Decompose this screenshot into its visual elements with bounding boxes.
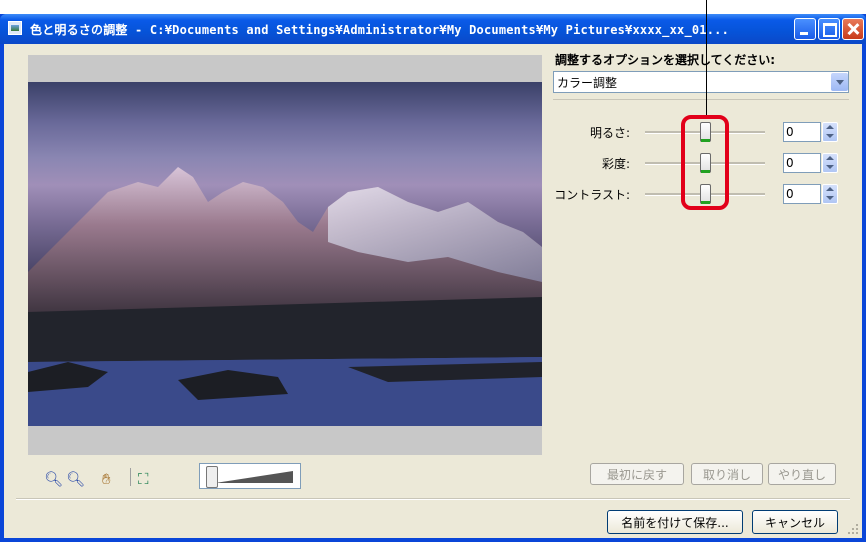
options-label: 調整するオプションを選択してください: <box>555 53 776 67</box>
contrast-field[interactable]: 0 <box>783 184 821 204</box>
zoom-slider-thumb[interactable] <box>206 466 218 488</box>
saturation-spinner[interactable] <box>822 153 838 173</box>
undo-button[interactable]: 取り消し <box>691 463 763 485</box>
annotation-highlight <box>681 115 729 210</box>
toolbar-divider <box>130 468 131 486</box>
cancel-button[interactable]: キャンセル <box>752 510 838 534</box>
panel-divider <box>553 99 849 100</box>
footer-divider-highlight <box>16 499 850 500</box>
zoom-out-icon[interactable]: 🔍︎ <box>66 470 85 488</box>
hand-icon[interactable]: ✋︎ <box>102 470 111 488</box>
reset-button[interactable]: 最初に戻す <box>590 463 684 485</box>
saturation-label: 彩度: <box>601 157 630 171</box>
redo-button[interactable]: やり直し <box>768 463 836 485</box>
maximize-button[interactable] <box>818 18 840 40</box>
chevron-down-icon[interactable] <box>831 73 848 91</box>
zoom-slider-ramp <box>215 471 293 483</box>
annotation-pointer-line <box>706 0 707 115</box>
fit-to-window-icon[interactable]: ⛶ <box>138 470 149 488</box>
brightness-spinner[interactable] <box>822 122 838 142</box>
save-as-button[interactable]: 名前を付けて保存... <box>607 510 743 534</box>
contrast-spinner[interactable] <box>822 184 838 204</box>
minimize-button[interactable] <box>794 18 816 40</box>
option-select-value: カラー調整 <box>557 76 618 90</box>
app-icon <box>8 21 22 35</box>
brightness-label: 明るさ: <box>589 126 630 140</box>
resize-grip-icon[interactable] <box>847 523 859 535</box>
window-title: 色と明るさの調整 - C:¥Documents and Settings¥Adm… <box>30 23 729 37</box>
preview-image[interactable] <box>28 82 542 426</box>
saturation-field[interactable]: 0 <box>783 153 821 173</box>
brightness-field[interactable]: 0 <box>783 122 821 142</box>
close-button[interactable] <box>842 18 864 40</box>
zoom-in-icon[interactable]: 🔍︎ <box>44 470 63 488</box>
contrast-label: コントラスト: <box>554 188 630 202</box>
